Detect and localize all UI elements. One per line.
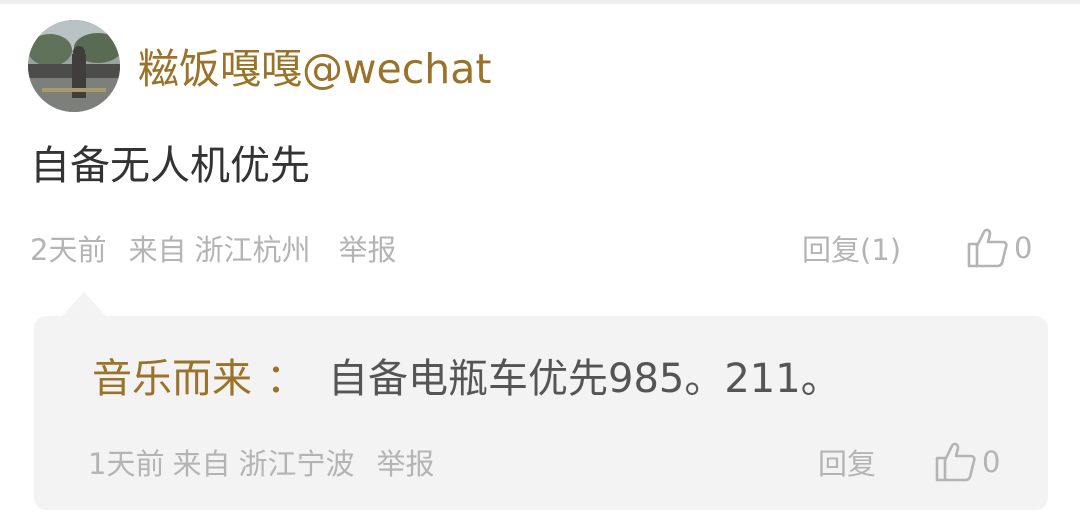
reply-colon: ： [266,356,306,402]
reply-text: 自备电瓶车优先985。211。 [328,356,841,402]
reply-line: 音乐而来 ： 自备电瓶车优先985。211。 [92,352,841,406]
reply-from-label: 来自 [172,447,231,481]
reply-reply-button[interactable]: 回复 [818,442,876,486]
comment-time: 2天前 [30,233,107,267]
reply-meta: 1天前 来自 浙江宁波 举报 [88,442,435,486]
reply-box: 音乐而来 ： 自备电瓶车优先985。211。 1天前 来自 浙江宁波 举报 回复 0 [34,316,1048,510]
thumbs-up-icon [934,441,982,483]
reply-like-button[interactable]: 0 [934,438,1000,486]
reply-pointer [62,292,106,316]
like-count: 0 [1014,231,1033,265]
comment-card: 糍饭嘎嘎@wechat 自备无人机优先 2天前 来自 浙江杭州 举报 回复(1) 0 … [0,0,1080,531]
comment-location: 浙江杭州 [194,233,311,267]
report-button[interactable]: 举报 [338,228,396,272]
comment-from-label: 来自 [128,233,187,267]
comment-text: 自备无人机优先 [30,143,310,189]
reply-button[interactable]: 回复(1) [802,228,901,272]
username[interactable]: 糍饭嘎嘎@wechat [138,44,492,94]
comment-meta: 2天前 来自 浙江杭州 举报 [30,228,397,272]
avatar[interactable] [28,20,120,112]
reply-time: 1天前 [88,447,165,481]
thumbs-up-icon [966,227,1014,269]
reply-report-button[interactable]: 举报 [376,447,434,481]
reply-like-count: 0 [982,445,1001,479]
reply-location: 浙江宁波 [238,447,355,481]
reply-author[interactable]: 音乐而来 [92,356,252,402]
like-button[interactable]: 0 [966,224,1032,272]
